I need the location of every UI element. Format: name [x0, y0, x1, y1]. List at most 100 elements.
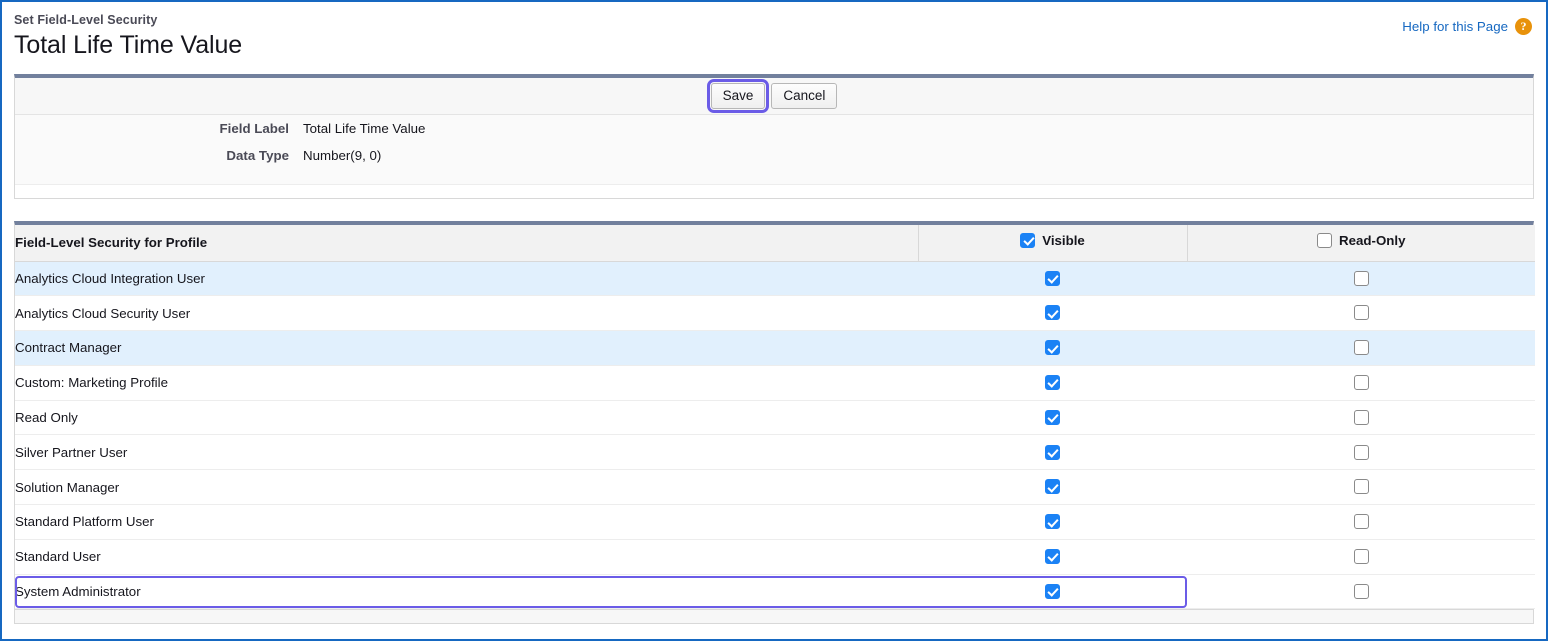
visible-cell — [918, 400, 1187, 436]
detail-row-field-label: Field Label Total Life Time Value — [15, 121, 1533, 148]
readonly-checkbox[interactable] — [1353, 375, 1369, 391]
table-row: Solution Manager — [15, 469, 1535, 506]
data-type-label: Data Type — [226, 148, 289, 163]
visible-cell — [918, 434, 1187, 471]
profile-name: Contract Manager — [15, 340, 122, 356]
readonly-cell — [1187, 365, 1535, 401]
visible-checkbox[interactable] — [1045, 479, 1060, 495]
readonly-cell — [1187, 261, 1535, 297]
table-row: Analytics Cloud Security User — [15, 295, 1535, 332]
profile-name: Standard User — [15, 549, 101, 565]
table-row: Standard User — [15, 539, 1535, 575]
table-footer — [15, 609, 1533, 624]
data-type-value: Number(9, 0) — [303, 148, 382, 163]
field-level-security-panel: Field-Level Security for Profile Visible… — [14, 221, 1535, 625]
visible-checkbox[interactable] — [1045, 305, 1060, 321]
visible-checkbox[interactable] — [1045, 444, 1060, 460]
field-detail-panel: Save Cancel Field Label Total Life Time … — [14, 74, 1534, 199]
select-all-readonly-checkbox[interactable] — [1317, 232, 1332, 248]
visible-cell — [918, 539, 1187, 575]
profile-name-cell: Custom: Marketing Profile — [15, 365, 918, 401]
readonly-checkbox[interactable] — [1353, 583, 1369, 599]
readonly-cell — [1187, 504, 1535, 540]
profile-name-cell: Standard Platform User — [15, 504, 918, 540]
profile-name-cell: Silver Partner User — [15, 434, 918, 471]
visible-cell — [918, 295, 1187, 332]
readonly-checkbox[interactable] — [1353, 340, 1369, 356]
column-header-visible: Visible — [917, 225, 1187, 262]
readonly-checkbox[interactable] — [1353, 514, 1369, 530]
visible-checkbox[interactable] — [1045, 340, 1060, 356]
profile-name: System Administrator — [15, 584, 141, 600]
button-group: Save Cancel — [706, 79, 838, 113]
cancel-button[interactable]: Cancel — [771, 83, 838, 109]
profile-name: Analytics Cloud Security User — [15, 305, 191, 321]
readonly-checkbox[interactable] — [1353, 409, 1369, 425]
visible-cell — [918, 469, 1187, 506]
profile-name: Standard Platform User — [15, 514, 154, 530]
readonly-cell — [1187, 434, 1535, 471]
table-row: Read Only — [15, 400, 1535, 436]
visible-checkbox[interactable] — [1045, 375, 1060, 391]
readonly-checkbox[interactable] — [1353, 270, 1369, 286]
table-row: System Administrator — [15, 574, 1535, 610]
profile-name-cell: Solution Manager — [15, 469, 918, 506]
profile-name-cell: Analytics Cloud Security User — [15, 295, 918, 332]
readonly-cell — [1187, 539, 1535, 575]
visible-checkbox[interactable] — [1045, 270, 1060, 286]
visible-checkbox[interactable] — [1045, 583, 1060, 599]
readonly-cell — [1187, 330, 1535, 366]
table-row: Silver Partner User — [15, 434, 1535, 471]
readonly-checkbox[interactable] — [1353, 305, 1369, 321]
help-for-this-page[interactable]: Help for this Page ? — [1402, 18, 1532, 35]
field-detail-rows: Field Label Total Life Time Value Data T… — [15, 115, 1533, 184]
page-eyebrow: Set Field-Level Security — [14, 13, 158, 27]
profile-name: Silver Partner User — [15, 444, 128, 460]
profile-name: Solution Manager — [15, 479, 120, 495]
profile-name-cell: Contract Manager — [15, 330, 918, 366]
detail-panel-footer — [15, 184, 1533, 198]
readonly-cell — [1187, 400, 1535, 436]
visible-cell — [918, 365, 1187, 401]
readonly-checkbox[interactable] — [1353, 444, 1369, 460]
table-header: Field-Level Security for Profile Visible… — [15, 225, 1535, 262]
table-row: Analytics Cloud Integration User — [15, 261, 1535, 297]
help-link[interactable]: Help for this Page — [1402, 19, 1508, 35]
profile-name: Custom: Marketing Profile — [15, 375, 168, 391]
readonly-cell — [1187, 574, 1535, 610]
table-body: Analytics Cloud Integration User Analytic… — [15, 261, 1535, 610]
profile-name: Read Only — [15, 410, 78, 426]
visible-checkbox[interactable] — [1045, 514, 1060, 530]
profile-name: Analytics Cloud Integration User — [15, 270, 205, 286]
visible-cell — [918, 330, 1187, 366]
visible-cell — [918, 504, 1187, 540]
select-all-visible-checkbox[interactable] — [1020, 232, 1036, 248]
help-question-icon[interactable]: ? — [1515, 18, 1532, 35]
visible-checkbox[interactable] — [1045, 409, 1060, 425]
page-title: Total Life Time Value — [14, 31, 243, 59]
save-button[interactable]: Save — [706, 79, 770, 113]
readonly-cell — [1187, 295, 1535, 332]
visible-cell — [918, 574, 1187, 610]
readonly-checkbox[interactable] — [1353, 479, 1369, 495]
column-header-profile: Field-Level Security for Profile — [15, 225, 918, 262]
table-header-row: Field-Level Security for Profile Visible… — [15, 225, 1535, 262]
column-header-readonly-label: Read-Only — [1339, 232, 1406, 248]
column-header-visible-label: Visible — [1042, 232, 1085, 248]
table-row: Standard Platform User — [15, 504, 1535, 540]
page-header: Set Field-Level Security Total Life Time… — [2, 2, 1546, 74]
profile-name-cell: Read Only — [15, 400, 918, 436]
table-row: Custom: Marketing Profile — [15, 365, 1535, 401]
visible-checkbox[interactable] — [1045, 549, 1060, 565]
button-bar: Save Cancel — [15, 78, 1533, 115]
profile-name-cell: Standard User — [15, 539, 918, 575]
profile-name-cell: System Administrator — [15, 574, 1187, 610]
detail-row-data-type: Data Type Number(9, 0) — [15, 148, 1533, 175]
readonly-checkbox[interactable] — [1353, 549, 1369, 565]
table-row: Contract Manager — [15, 330, 1535, 366]
profile-name-cell: Analytics Cloud Integration User — [15, 261, 918, 297]
field-label-label: Field Label — [219, 121, 289, 136]
field-label-value: Total Life Time Value — [303, 121, 426, 136]
field-level-security-table: Field-Level Security for Profile Visible… — [15, 225, 1535, 610]
readonly-cell — [1187, 469, 1535, 506]
